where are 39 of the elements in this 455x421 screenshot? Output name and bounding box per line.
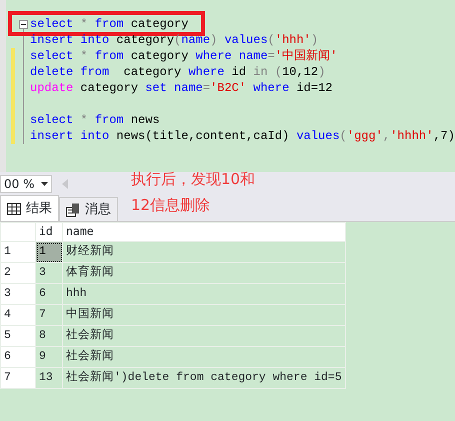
row-number[interactable]: 6	[0, 346, 36, 368]
row-number[interactable]: 1	[0, 242, 36, 262]
annotation-text: 12信息删除	[131, 195, 212, 216]
table-cell: 6	[36, 284, 62, 304]
grid-icon	[7, 202, 21, 214]
row-number[interactable]: 3	[0, 284, 36, 304]
code-line: select * from category where name='中国新闻'	[30, 49, 338, 63]
code-line: delete from category where id in (10,12)	[30, 65, 326, 79]
row-number[interactable]: 7	[0, 368, 36, 388]
table-cell: 体育新闻	[62, 262, 346, 284]
collapse-icon[interactable]	[19, 20, 28, 29]
code-line: insert into news(title,content,caId) values('ggg','hhhh',7)	[30, 129, 455, 143]
caret-icon	[41, 182, 48, 186]
row-number[interactable]: 2	[0, 262, 36, 284]
code-line: insert into category(name) values('hhh')	[30, 33, 318, 47]
zoom-dropdown[interactable]: 00 %	[0, 175, 52, 193]
table-cell: 9	[36, 346, 62, 368]
table-cell: 13	[36, 368, 62, 388]
code-line: select * from category	[30, 17, 188, 31]
table-cell: 8	[36, 326, 62, 346]
result-tab[interactable]: 结果	[0, 195, 59, 221]
row-number[interactable]: 4	[0, 304, 36, 326]
message-icon	[66, 202, 80, 216]
table-cell: 财经新闻	[62, 242, 346, 262]
annotation-text: 执行后，发现10和	[131, 169, 256, 190]
code-line: select * from news	[30, 113, 160, 127]
code-line: update category set name='B2C' where id=12	[30, 81, 332, 95]
row-number[interactable]: 5	[0, 326, 36, 346]
column-header[interactable]: id	[36, 222, 62, 242]
table-cell: 1	[36, 242, 62, 262]
table-cell: hhh	[62, 284, 346, 304]
table-cell: 中国新闻	[62, 304, 346, 326]
table-cell: 3	[36, 262, 62, 284]
column-header[interactable]: name	[62, 222, 346, 242]
result-tab[interactable]: 消息	[59, 197, 118, 221]
table-cell: 7	[36, 304, 62, 326]
table-cell: 社会新闻')delete from category where id=5	[62, 368, 346, 388]
table-cell: 社会新闻	[62, 346, 346, 368]
table-cell: 社会新闻	[62, 326, 346, 346]
